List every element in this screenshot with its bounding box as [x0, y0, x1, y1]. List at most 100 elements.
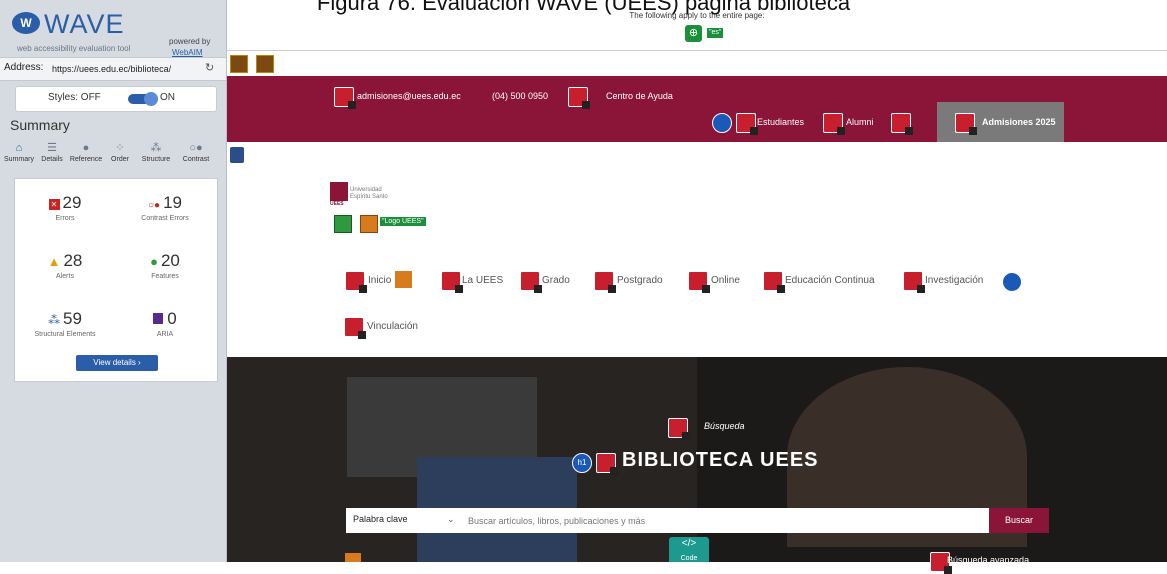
features-label: Features: [151, 273, 179, 280]
error-flag-icon[interactable]: [441, 271, 463, 293]
nav-item[interactable]: Grado: [542, 275, 570, 286]
alert-icon[interactable]: [395, 271, 412, 288]
error-flag-icon[interactable]: [334, 87, 356, 109]
header-phone[interactable]: (04) 500 0950: [492, 91, 548, 101]
tab-order[interactable]: ⁘ Order: [106, 140, 134, 174]
header-alumni[interactable]: Alumni: [846, 117, 874, 127]
wave-tabs: ⌂ Summary ☰ Details ● Reference ⁘ Order …: [4, 140, 216, 174]
search-type-select[interactable]: Palabra clave: [353, 514, 408, 524]
image-feature-icon[interactable]: [334, 215, 352, 233]
error-flag-icon[interactable]: [344, 317, 366, 339]
webaim-link[interactable]: WebAIM: [172, 48, 203, 57]
styles-toggle[interactable]: [128, 92, 158, 106]
page-title: BIBLIOTECA UEES: [622, 449, 819, 471]
skip-link-icon[interactable]: [256, 55, 274, 73]
stat-aria[interactable]: 0 ARIA: [115, 309, 215, 338]
admissions-button[interactable]: Admisiones 2025: [937, 102, 1064, 142]
stat-contrast[interactable]: ○● 19 Contrast Errors: [115, 193, 215, 222]
error-flag-icon[interactable]: [763, 271, 785, 293]
structural-count: 59: [63, 309, 82, 328]
aria-icon: [153, 313, 164, 324]
wave-tagline: web accessibility evaluation tool: [17, 44, 131, 53]
nav-item[interactable]: Online: [711, 275, 740, 286]
header-students[interactable]: Estudiantes: [757, 117, 804, 127]
contrast-icon: ○●: [189, 142, 203, 154]
nav-item[interactable]: Educación Continua: [785, 275, 875, 286]
tab-reference[interactable]: ● Reference: [68, 140, 104, 174]
structure-icon: ⁂: [150, 142, 162, 154]
address-label: Address:: [4, 62, 44, 73]
alert-icon[interactable]: [345, 553, 361, 562]
error-flag-icon[interactable]: [568, 87, 590, 109]
tab-contrast[interactable]: ○● Contrast: [176, 140, 216, 174]
error-flag-icon[interactable]: [823, 113, 845, 135]
aria-count: 0: [167, 309, 177, 328]
skip-link-icon[interactable]: [230, 55, 248, 73]
error-flag-icon[interactable]: [520, 271, 542, 293]
address-input[interactable]: [50, 61, 204, 77]
heading-h1-icon[interactable]: h1: [572, 453, 592, 473]
header-email[interactable]: admisiones@uees.edu.ec: [357, 91, 461, 101]
logo-text: Universidad Espíritu Santo: [350, 187, 388, 200]
nav-item[interactable]: Postgrado: [617, 275, 663, 286]
info-icon: ●: [82, 142, 90, 154]
busqueda-label: Búsqueda: [704, 421, 745, 431]
error-flag-icon[interactable]: [345, 271, 367, 293]
reload-icon[interactable]: ↻: [205, 61, 214, 74]
nav-item[interactable]: Vinculación: [367, 321, 418, 332]
structural-label: Structural Elements: [34, 331, 96, 338]
search-button[interactable]: Buscar: [989, 508, 1049, 533]
region-icon[interactable]: [230, 147, 244, 163]
error-flag-icon[interactable]: [736, 113, 758, 135]
wave-sidebar: W WAVE web accessibility evaluation tool…: [0, 0, 227, 562]
header-help[interactable]: Centro de Ayuda: [606, 91, 673, 101]
admissions-label: Admisiones 2025: [982, 117, 1056, 127]
error-flag-icon[interactable]: [668, 418, 690, 440]
styles-label: Styles: OFF: [48, 92, 101, 103]
lang-tag: "es": [707, 28, 724, 38]
toggle-knob: [144, 92, 158, 106]
chevron-down-icon[interactable]: ⌄: [447, 514, 455, 525]
stat-structural[interactable]: ⁂ 59 Structural Elements: [15, 309, 115, 338]
globe-icon[interactable]: [712, 113, 732, 133]
error-flag-icon[interactable]: [688, 271, 710, 293]
globe-icon[interactable]: [1002, 272, 1022, 292]
tab-label: Contrast: [182, 156, 210, 163]
error-flag-icon[interactable]: [596, 453, 618, 475]
stat-errors[interactable]: ✕ 29 Errors: [15, 193, 115, 222]
alerts-label: Alerts: [56, 273, 74, 280]
error-flag-icon[interactable]: [594, 271, 616, 293]
tab-details[interactable]: ☰ Details: [38, 140, 66, 174]
code-label: Code: [680, 555, 698, 562]
styles-toggle-box: Styles: OFF ON: [15, 86, 217, 112]
language-icon[interactable]: ⊕: [685, 25, 702, 42]
summary-title: Summary: [10, 117, 70, 133]
list-icon: ☰: [47, 142, 57, 154]
nav-item[interactable]: La UEES: [462, 275, 503, 286]
alt-text-icon[interactable]: [360, 215, 378, 233]
alerts-count: 28: [63, 251, 83, 270]
nav-item[interactable]: Inicio: [368, 275, 391, 286]
contrast-error-icon: ○●: [147, 200, 161, 211]
code-icon[interactable]: </> Code: [669, 537, 709, 562]
address-bar: Address: ↻: [0, 57, 226, 81]
feature-icon: ●: [150, 254, 158, 269]
search-input[interactable]: [466, 512, 1030, 530]
tab-structure[interactable]: ⁂ Structure: [136, 140, 176, 174]
advanced-search-link[interactable]: Búsqueda avanzada: [947, 555, 1029, 565]
error-flag-icon[interactable]: [891, 113, 913, 135]
view-details-button[interactable]: View details ›: [76, 355, 158, 371]
stat-features[interactable]: ● 20 Features: [115, 251, 215, 280]
wave-logo-icon: W: [12, 12, 40, 34]
styles-on-label: ON: [160, 92, 175, 103]
errors-count: 29: [62, 193, 82, 212]
error-flag-icon[interactable]: [903, 271, 925, 293]
structure-icon: ⁂: [48, 313, 61, 327]
alert-icon: ▲: [47, 254, 61, 269]
tab-label: Details: [41, 156, 63, 163]
nav-item[interactable]: Investigación: [925, 275, 983, 286]
search-bar: Palabra clave ⌄: [346, 508, 1049, 533]
tab-summary[interactable]: ⌂ Summary: [0, 140, 38, 174]
tab-label: Structure: [141, 156, 171, 163]
stat-alerts[interactable]: ▲ 28 Alerts: [15, 251, 115, 280]
